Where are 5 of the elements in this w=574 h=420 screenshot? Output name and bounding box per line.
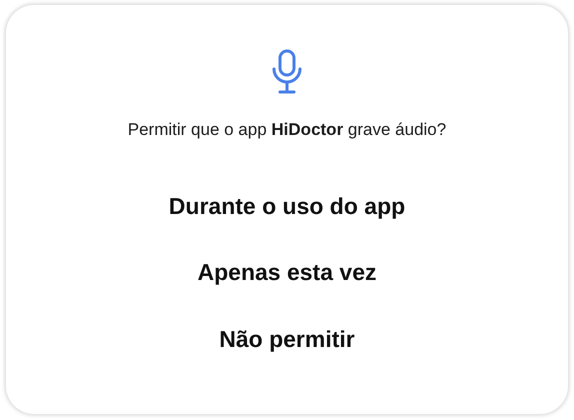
option-button[interactable]: Não permitir	[207, 320, 367, 360]
microphone-icon	[272, 49, 302, 95]
option-button[interactable]: Durante o uso do app	[156, 186, 418, 226]
permission-message: Permitir que o app HiDoctor grave áudio?	[128, 119, 446, 141]
option-button[interactable]: Apenas esta vez	[186, 253, 388, 293]
